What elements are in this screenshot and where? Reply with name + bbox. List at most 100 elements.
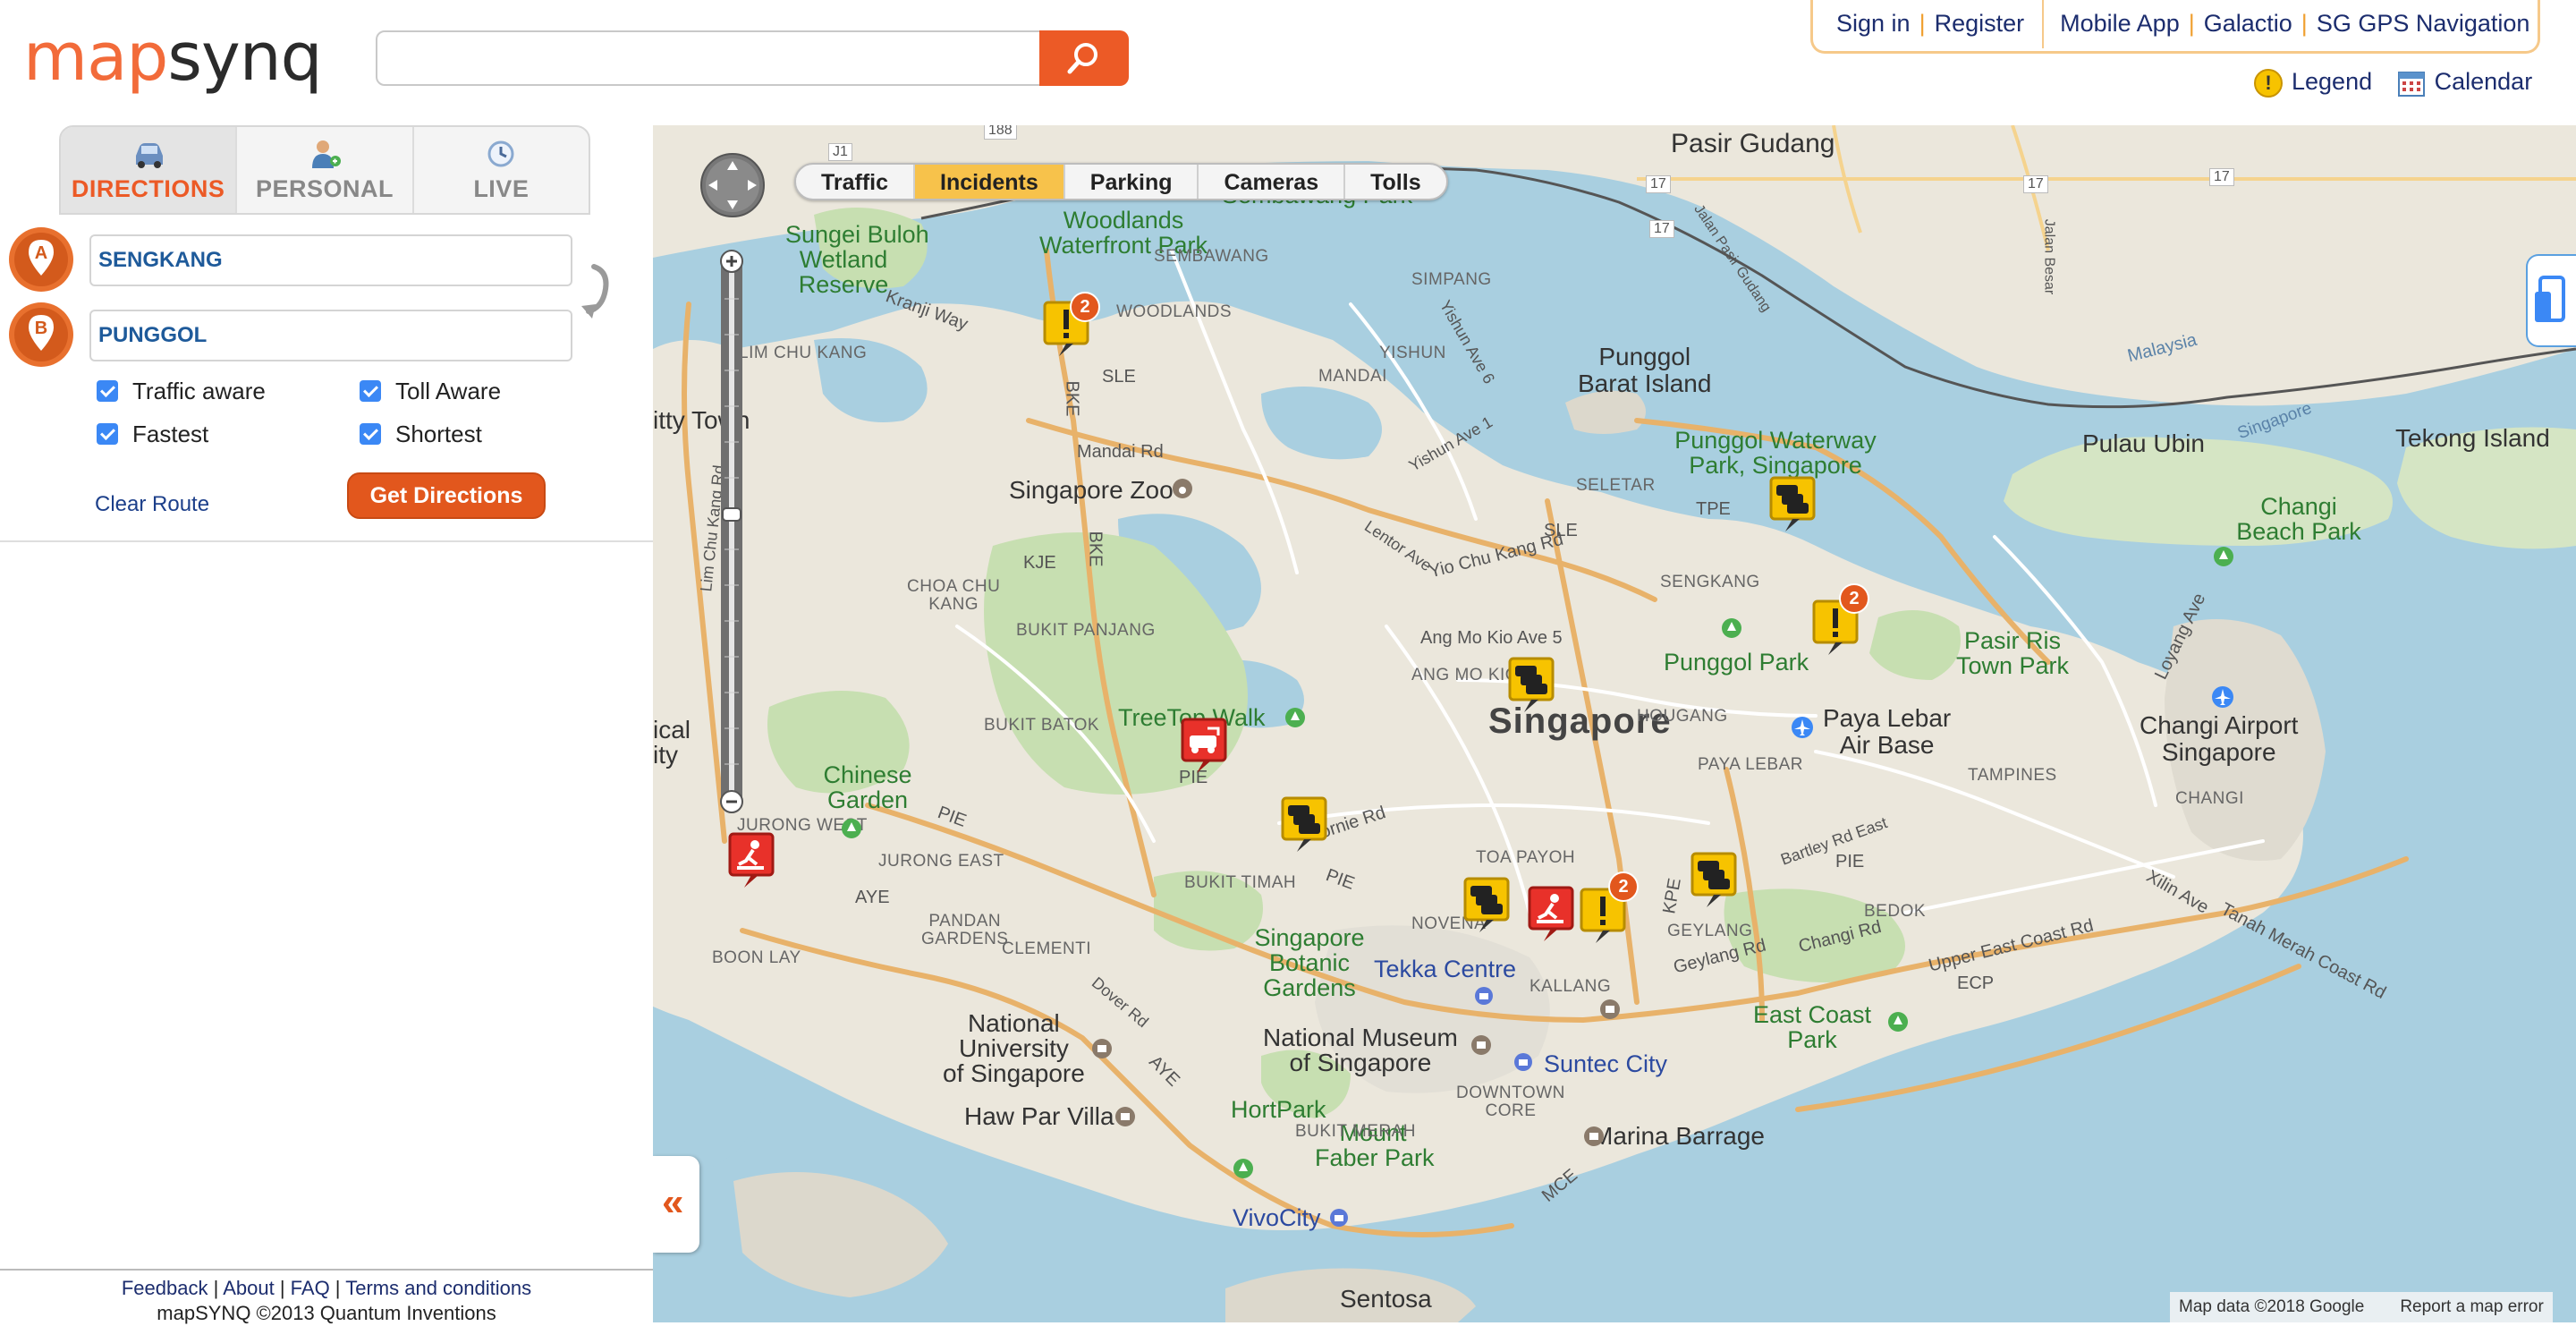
sg-gps-navigation-link[interactable]: SG GPS Navigation [2317, 10, 2530, 37]
vehicle-breakdown-icon[interactable] [1181, 718, 1227, 775]
map-label-seletar: SELETAR [1576, 476, 1656, 495]
feedback-link[interactable]: Feedback [122, 1277, 208, 1299]
sign-in-link[interactable]: Sign in [1836, 10, 1911, 37]
traffic-jam-icon[interactable] [1690, 852, 1737, 909]
landmark-icon [1600, 999, 1620, 1019]
clear-route-link[interactable]: Clear Route [95, 492, 209, 517]
tab-personal-label: PERSONAL [255, 175, 394, 202]
search-input[interactable] [376, 30, 1041, 86]
origin-marker-letter: A [35, 243, 47, 263]
fastest-option[interactable]: Fastest [97, 421, 208, 448]
airport-icon [2212, 686, 2233, 708]
map-label-simpang: SIMPANG [1411, 270, 1492, 289]
terms-link[interactable]: Terms and conditions [345, 1277, 531, 1299]
road-works-icon[interactable] [1528, 886, 1574, 943]
layer-tab-incidents[interactable]: Incidents [915, 165, 1065, 199]
toll-aware-option[interactable]: Toll Aware [360, 378, 501, 405]
mapsynq-logo[interactable]: mapsynq [23, 19, 323, 96]
map-label-suntec-city: Suntec City [1544, 1050, 1668, 1077]
tab-personal[interactable]: PERSONAL [237, 127, 414, 213]
park-icon [1285, 708, 1305, 727]
origin-row: A [7, 225, 572, 292]
traffic-jam-icon[interactable] [1281, 796, 1327, 854]
search-button[interactable] [1039, 30, 1129, 86]
about-link[interactable]: About [223, 1277, 275, 1299]
tab-directions-label: DIRECTIONS [71, 175, 225, 202]
map-label-singapore-zoo: Singapore Zoo [1009, 476, 1174, 504]
destination-row: B [7, 301, 572, 367]
map-label-route-17d: 17 [1649, 220, 1674, 238]
park-icon [2214, 547, 2233, 566]
map-label-yishun: YISHUN [1379, 344, 1446, 362]
fastest-label: Fastest [132, 421, 209, 447]
traffic-jam-icon[interactable] [1463, 877, 1510, 934]
zoom-handle[interactable] [722, 507, 741, 522]
map-label-vivocity: VivoCity [1233, 1204, 1321, 1231]
mobile-app-button[interactable] [2526, 254, 2576, 347]
sidebar-divider [0, 540, 653, 542]
layer-tab-cameras[interactable]: Cameras [1199, 165, 1346, 199]
toll-aware-checkbox[interactable] [360, 380, 381, 402]
map-label-boon-lay: BOON LAY [712, 948, 801, 967]
traffic-jam-icon[interactable] [1508, 657, 1555, 714]
map-view[interactable]: Singapore Pasir Gudang Sungei Buloh Wetla… [653, 125, 2576, 1322]
swap-route-icon[interactable] [578, 259, 614, 322]
map-label-sle: SLE [1102, 367, 1136, 387]
fastest-checkbox[interactable] [97, 423, 118, 445]
map-label-ity: ity [653, 741, 678, 769]
mobile-app-link[interactable]: Mobile App [2060, 10, 2180, 37]
get-directions-button[interactable]: Get Directions [347, 472, 546, 519]
pan-control[interactable] [699, 152, 766, 218]
map-label-pasir-ris-park: Pasir Ris Town Park [1955, 627, 2070, 679]
park-icon [1888, 1012, 1908, 1032]
map-label-route-17b: 17 [2209, 168, 2234, 186]
shortest-option[interactable]: Shortest [360, 421, 482, 448]
logo-text-synq: synq [167, 19, 322, 96]
layer-tab-parking[interactable]: Parking [1065, 165, 1199, 199]
traffic-aware-option[interactable]: Traffic aware [97, 378, 266, 405]
map-label-sembawang: SEMBAWANG [1154, 247, 1269, 266]
park-icon [842, 819, 861, 838]
map-label-changi-beach: Changi Beach Park [2236, 493, 2361, 545]
legend-link[interactable]: Legend [2292, 68, 2372, 95]
layer-tab-traffic[interactable]: Traffic [796, 165, 916, 199]
landmark-icon [1115, 1107, 1135, 1126]
park-icon [1233, 1159, 1253, 1178]
road-works-icon[interactable] [728, 832, 775, 889]
map-label-ang-mo-kio-ave5: Ang Mo Kio Ave 5 [1420, 628, 1563, 648]
map-label-188: 188 [984, 125, 1017, 140]
galactio-link[interactable]: Galactio [2204, 10, 2292, 37]
map-label-bukit-panjang: BUKIT PANJANG [1016, 621, 1156, 640]
traffic-aware-checkbox[interactable] [97, 380, 118, 402]
tab-live[interactable]: LIVE [414, 127, 589, 213]
traffic-aware-label: Traffic aware [132, 378, 266, 404]
zoom-slider[interactable] [716, 245, 748, 818]
traffic-jam-icon[interactable] [1769, 476, 1816, 533]
report-map-error-link[interactable]: Report a map error [2400, 1297, 2544, 1316]
map-label-mandai-rd: Mandai Rd [1077, 442, 1164, 462]
origin-marker-icon: A [9, 227, 73, 292]
shortest-checkbox[interactable] [360, 423, 381, 445]
tab-directions[interactable]: DIRECTIONS [61, 127, 238, 213]
map-label-mandai: MANDAI [1318, 367, 1387, 386]
calendar-icon[interactable] [2397, 69, 2426, 98]
map-label-downtown-core: DOWNTOWN CORE [1456, 1084, 1565, 1120]
register-link[interactable]: Register [1935, 10, 2025, 37]
map-label-bukit-merah: BUKIT MERAH [1295, 1122, 1417, 1141]
map-data-text: Map data ©2018 Google [2179, 1297, 2365, 1316]
collapse-sidebar-button[interactable]: « [653, 1156, 699, 1253]
layer-tab-tolls[interactable]: Tolls [1345, 165, 1445, 199]
map-label-route-17c: 17 [2023, 175, 2048, 193]
origin-input[interactable] [89, 234, 572, 286]
search-icon [1067, 43, 1097, 74]
map-label-aye-west: AYE [855, 888, 890, 907]
map-label-jurong-east: JURONG EAST [878, 852, 1004, 871]
car-icon [135, 143, 163, 168]
destination-input[interactable] [89, 310, 572, 361]
calendar-link[interactable]: Calendar [2435, 68, 2533, 95]
map-label-sengkang: SENGKANG [1660, 573, 1760, 591]
legend-icon[interactable]: ! [2254, 68, 2283, 98]
faq-link[interactable]: FAQ [291, 1277, 330, 1299]
landmark-icon [1471, 1035, 1491, 1055]
map-label-botanic-gardens: Singapore Botanic Gardens [1254, 924, 1365, 1001]
